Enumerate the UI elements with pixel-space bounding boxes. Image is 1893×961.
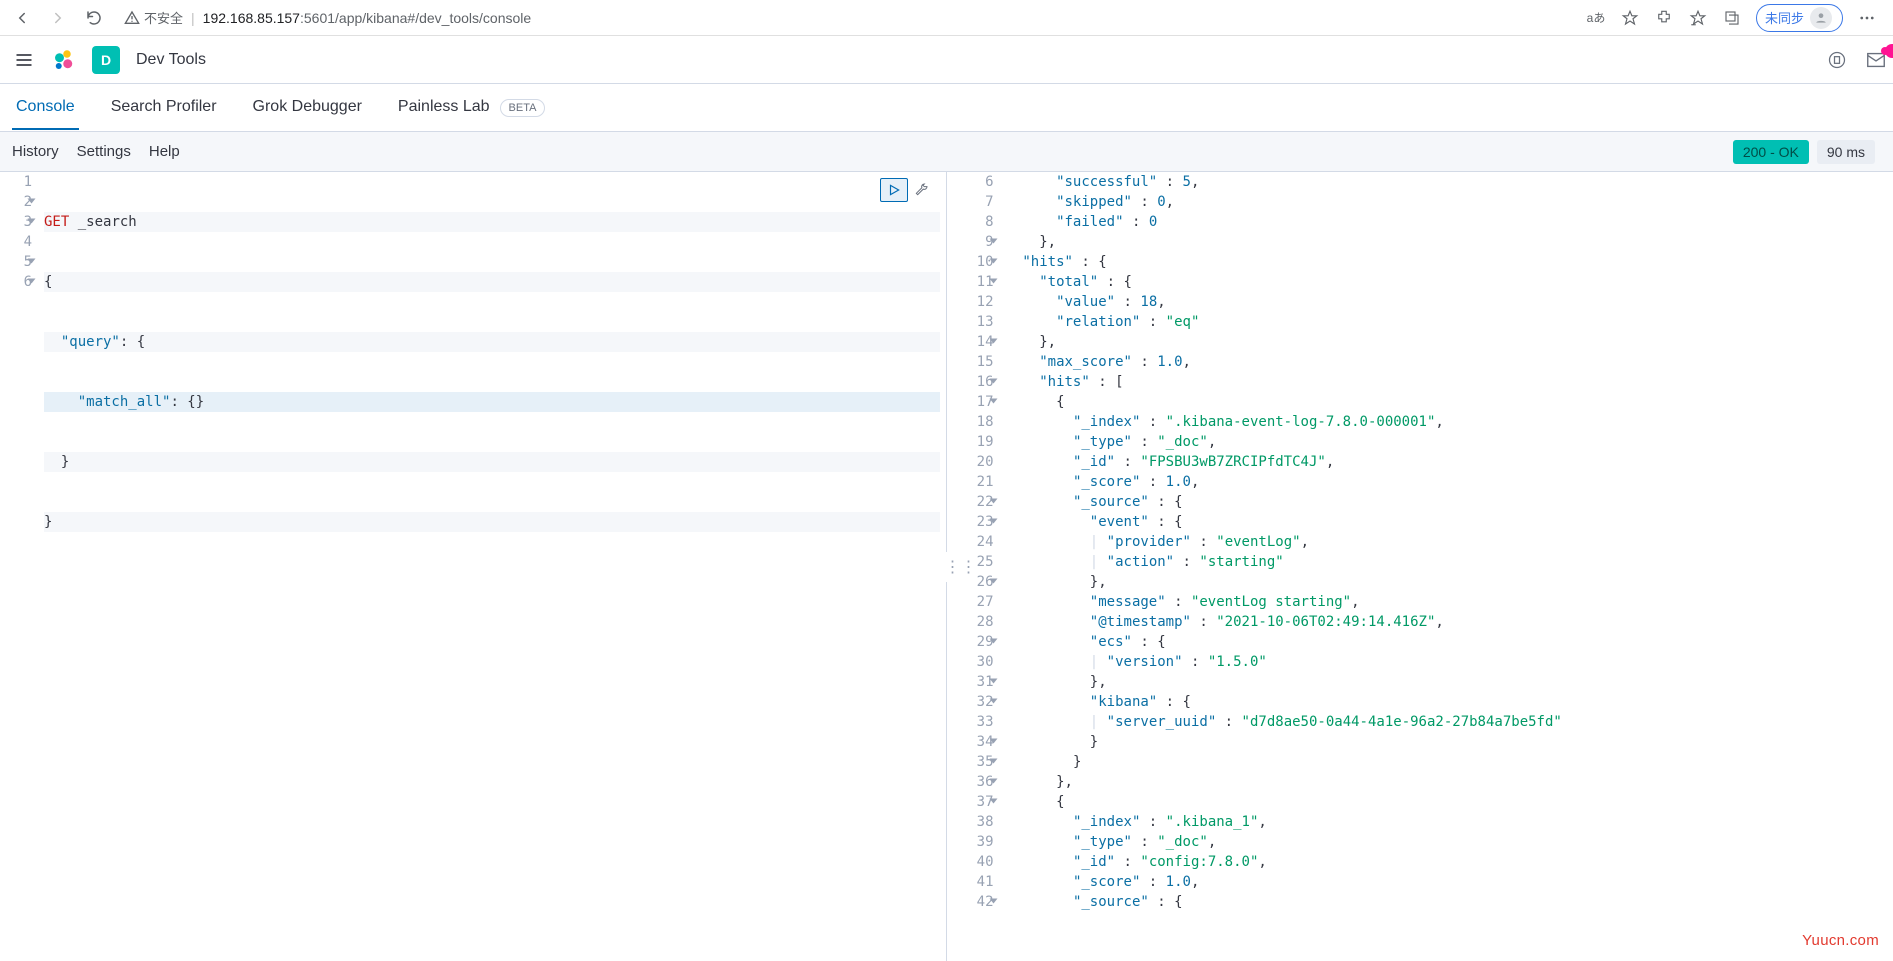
favorites-list-icon[interactable] — [1688, 8, 1708, 28]
status-badge: 200 - OK — [1733, 140, 1809, 164]
settings-link[interactable]: Settings — [77, 143, 131, 160]
response-pane[interactable]: 6789101112131415161718192021222324252627… — [954, 172, 1893, 961]
dev-tools-tabs: Console Search Profiler Grok Debugger Pa… — [0, 84, 1893, 132]
request-code[interactable]: GET _search { "query": { "match_all": {}… — [40, 172, 940, 572]
address-bar[interactable]: 不安全 | 192.168.85.157:5601/app/kibana#/de… — [116, 8, 1578, 27]
beta-badge: BETA — [500, 99, 546, 117]
notification-indicator-icon — [1885, 44, 1893, 58]
tab-console[interactable]: Console — [12, 86, 79, 130]
tab-painless-lab[interactable]: Painless Lab — [394, 86, 494, 130]
reload-button[interactable] — [80, 4, 108, 32]
newsfeed-icon[interactable] — [1827, 50, 1847, 70]
sync-status[interactable]: 未同步 — [1756, 4, 1843, 32]
extensions-icon[interactable] — [1654, 8, 1674, 28]
tab-grok-debugger[interactable]: Grok Debugger — [249, 86, 366, 130]
collections-icon[interactable] — [1722, 8, 1742, 28]
insecure-warning-icon: 不安全 — [124, 8, 183, 27]
mail-icon[interactable] — [1865, 49, 1887, 71]
profile-avatar-icon — [1810, 7, 1832, 29]
forward-button[interactable] — [44, 4, 72, 32]
request-gutter: 1 2 3 4 5 6 — [0, 172, 40, 292]
timing-badge: 90 ms — [1817, 140, 1875, 164]
more-icon[interactable] — [1857, 8, 1877, 28]
translate-icon[interactable]: aあ — [1586, 8, 1606, 28]
response-gutter: 6789101112131415161718192021222324252627… — [954, 172, 1002, 912]
send-request-button[interactable] — [880, 178, 908, 202]
page-title: Dev Tools — [136, 51, 206, 69]
insecure-label: 不安全 — [144, 8, 183, 27]
request-pane[interactable]: 1 2 3 4 5 6 GET _search { "query": { "ma… — [0, 172, 940, 961]
drag-handle-icon[interactable]: ⋮⋮ — [945, 552, 949, 582]
history-link[interactable]: History — [12, 143, 59, 160]
favorite-icon[interactable] — [1620, 8, 1640, 28]
sync-label: 未同步 — [1765, 8, 1804, 27]
browser-toolbar: 不安全 | 192.168.85.157:5601/app/kibana#/de… — [0, 0, 1893, 36]
pane-divider[interactable]: ⋮⋮ — [940, 172, 954, 961]
elastic-logo-icon[interactable] — [52, 48, 76, 72]
tab-search-profiler[interactable]: Search Profiler — [107, 86, 221, 130]
console-toolbar: History Settings Help 200 - OK 90 ms — [0, 132, 1893, 172]
console-editor-area: 1 2 3 4 5 6 GET _search { "query": { "ma… — [0, 172, 1893, 961]
response-code[interactable]: "successful" : 5, "skipped" : 0, "failed… — [1002, 172, 1893, 912]
app-badge: D — [92, 46, 120, 74]
help-link[interactable]: Help — [149, 143, 180, 160]
kibana-header: D Dev Tools — [0, 36, 1893, 84]
menu-toggle-icon[interactable] — [12, 48, 36, 72]
watermark: Yuucn.com — [1802, 932, 1879, 949]
url-text: 192.168.85.157:5601/app/kibana#/dev_tool… — [203, 10, 532, 26]
back-button[interactable] — [8, 4, 36, 32]
request-options-button[interactable] — [910, 178, 932, 202]
